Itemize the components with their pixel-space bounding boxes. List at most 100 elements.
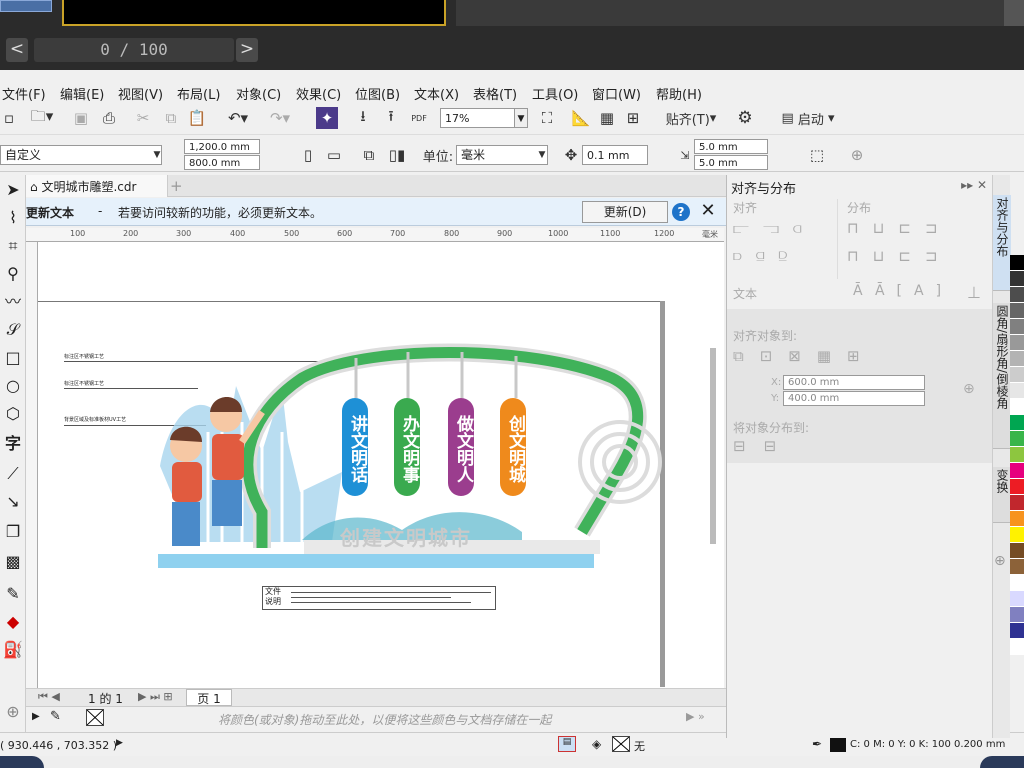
artistic-media-icon[interactable]: 𝒮 xyxy=(2,319,24,341)
align-to-buttons[interactable]: ⧉⊡⊠▦⊞ xyxy=(733,347,876,365)
freehand-tool-icon[interactable]: 〰 xyxy=(2,291,24,313)
add-icon[interactable]: ⊥ xyxy=(967,283,981,302)
last-page-icon[interactable]: ▶ ⏭ ⊞ xyxy=(138,690,173,704)
page-tab[interactable]: 页 1 xyxy=(186,689,232,706)
color-swatch[interactable] xyxy=(1010,575,1024,591)
color-swatch[interactable] xyxy=(1010,431,1024,447)
vertical-ruler[interactable] xyxy=(26,242,38,688)
menu-tools[interactable]: 工具(O) xyxy=(532,84,578,103)
menu-object[interactable]: 对象(C) xyxy=(236,84,281,103)
export-icon[interactable]: ⭱ xyxy=(380,107,402,129)
color-swatch[interactable] xyxy=(1010,303,1024,319)
crop-tool-icon[interactable]: ⌗ xyxy=(2,235,24,257)
redo-icon[interactable]: ↷▾ xyxy=(262,107,298,129)
menu-edit[interactable]: 编辑(E) xyxy=(60,84,104,103)
color-swatch[interactable] xyxy=(1010,591,1024,607)
color-swatch[interactable] xyxy=(1010,463,1024,479)
align-buttons-row1[interactable]: ⫍⫎⫏ xyxy=(733,219,816,237)
thumbnail-2[interactable] xyxy=(62,0,446,26)
palette-menu-icon[interactable]: ▶ xyxy=(32,711,40,722)
new-tab-icon[interactable]: + xyxy=(170,177,186,195)
align-buttons-row2[interactable]: ⫐⫑⫒ xyxy=(733,247,801,265)
print-icon[interactable]: ⎙ xyxy=(98,107,120,129)
status-menu-icon[interactable]: ▶ xyxy=(116,738,123,748)
document-tab[interactable]: ⌂ 文明城市雕塑.cdr xyxy=(26,175,168,197)
connector-tool-icon[interactable]: ↘ xyxy=(2,491,24,513)
menu-view[interactable]: 视图(V) xyxy=(118,84,163,103)
color-swatch[interactable] xyxy=(1010,287,1024,303)
color-proof-icon[interactable]: ▤ xyxy=(558,736,576,752)
shape-tool-icon[interactable]: ⌇ xyxy=(2,207,24,229)
landscape-icon[interactable]: ▭ xyxy=(324,144,344,166)
show-grid-icon[interactable]: ▦ xyxy=(596,107,618,129)
zoom-tool-icon[interactable]: ⚲ xyxy=(2,263,24,285)
update-button[interactable]: 更新(D) xyxy=(582,201,668,223)
anchor-x-field[interactable]: 600.0 mm xyxy=(783,375,925,390)
smart-fill-icon[interactable]: ⛽ xyxy=(2,639,24,661)
palette-scroll-icon[interactable]: ▶ » xyxy=(686,710,705,723)
drawing-canvas[interactable]: ⊕ 标注区不锈钢工艺 标注区不锈钢工艺 背景区域及标准板材UV工艺 xyxy=(38,242,727,703)
vertical-scrollbar[interactable] xyxy=(710,348,716,544)
close-icon[interactable]: ✕ xyxy=(698,200,718,222)
page-height-field[interactable]: 800.0 mm xyxy=(184,155,260,170)
color-swatch[interactable] xyxy=(1010,399,1024,415)
ellipse-tool-icon[interactable]: ○ xyxy=(2,375,24,397)
distribute-buttons-row1[interactable]: ⊓⊔⊏⊐ xyxy=(847,219,952,237)
color-swatch[interactable] xyxy=(1010,271,1024,287)
close-icon[interactable]: ▸▸ ✕ xyxy=(961,178,987,192)
distribute-to-buttons[interactable]: ⊟⊟ xyxy=(733,437,794,455)
color-swatch[interactable] xyxy=(1010,255,1024,271)
undo-icon[interactable]: ↶▾ xyxy=(220,107,256,129)
menu-help[interactable]: 帮助(H) xyxy=(656,84,702,103)
distribute-buttons-row2[interactable]: ⊓⊔⊏⊐ xyxy=(847,247,952,265)
color-swatch[interactable] xyxy=(1010,447,1024,463)
next-page-button[interactable]: > xyxy=(236,38,258,62)
color-swatch[interactable] xyxy=(1010,511,1024,527)
drop-shadow-icon[interactable]: ❐ xyxy=(2,521,24,543)
show-rulers-icon[interactable]: 📐 xyxy=(570,107,592,129)
menu-effects[interactable]: 效果(C) xyxy=(296,84,341,103)
anchor-y-field[interactable]: 400.0 mm xyxy=(783,391,925,406)
color-swatch[interactable] xyxy=(1010,559,1024,575)
menu-bitmap[interactable]: 位图(B) xyxy=(355,84,400,103)
import-icon[interactable]: ⭳ xyxy=(352,107,374,129)
page-width-field[interactable]: 1,200.0 mm xyxy=(184,139,260,154)
zoom-level-field[interactable]: 17% xyxy=(440,108,518,128)
color-swatch[interactable] xyxy=(1010,319,1024,335)
color-swatch[interactable] xyxy=(1010,335,1024,351)
menu-text[interactable]: 文本(X) xyxy=(414,84,459,103)
polygon-tool-icon[interactable]: ⬡ xyxy=(2,403,24,425)
full-screen-icon[interactable]: ⛶ xyxy=(536,107,558,129)
color-swatch[interactable] xyxy=(1010,623,1024,639)
first-page-icon[interactable]: ⏮ ◀ xyxy=(38,690,60,704)
current-page-icon[interactable]: ▯▮ xyxy=(386,144,408,166)
outline-color-swatch[interactable] xyxy=(830,736,846,752)
tab-transform[interactable]: 变换 xyxy=(993,467,1011,523)
color-swatch[interactable] xyxy=(1010,415,1024,431)
pdf-icon[interactable]: PDF xyxy=(406,107,432,129)
text-tool-icon[interactable]: 字 xyxy=(2,433,24,455)
help-icon[interactable]: ? xyxy=(672,203,690,221)
portrait-icon[interactable]: ▯ xyxy=(298,144,318,166)
save-icon[interactable]: ▣ xyxy=(70,107,92,129)
color-swatch[interactable] xyxy=(1010,495,1024,511)
horizontal-ruler[interactable]: 100 200 300 400 500 600 700 800 900 1000… xyxy=(26,228,724,242)
text-align-buttons[interactable]: ĀĀ[A] xyxy=(853,283,953,299)
duplicate-x-field[interactable]: 5.0 mm xyxy=(694,139,768,154)
menu-file[interactable]: 文件(F) xyxy=(2,84,46,103)
eyedropper-icon[interactable]: ✎ xyxy=(50,709,61,724)
paste-icon[interactable]: 📋 xyxy=(186,107,208,129)
search-content-icon[interactable]: ✦ xyxy=(316,107,338,129)
snap-to-dropdown[interactable]: 贴齐(T) ▾ xyxy=(660,107,722,129)
color-swatch[interactable] xyxy=(1010,383,1024,399)
color-swatch[interactable] xyxy=(1010,543,1024,559)
parallel-dimension-icon[interactable]: ⟋ xyxy=(2,463,24,485)
add-docker-icon[interactable]: ⊕ xyxy=(994,553,1006,569)
menu-window[interactable]: 窗口(W) xyxy=(592,84,641,103)
unit-select[interactable]: 毫米 xyxy=(456,145,548,165)
add-tool-icon[interactable]: ⊕ xyxy=(2,701,24,723)
no-color-swatch[interactable] xyxy=(86,709,104,726)
add-icon[interactable]: ⊕ xyxy=(846,144,868,166)
all-pages-icon[interactable]: ⧉ xyxy=(358,144,380,166)
thumbnail-3[interactable] xyxy=(456,0,1024,26)
